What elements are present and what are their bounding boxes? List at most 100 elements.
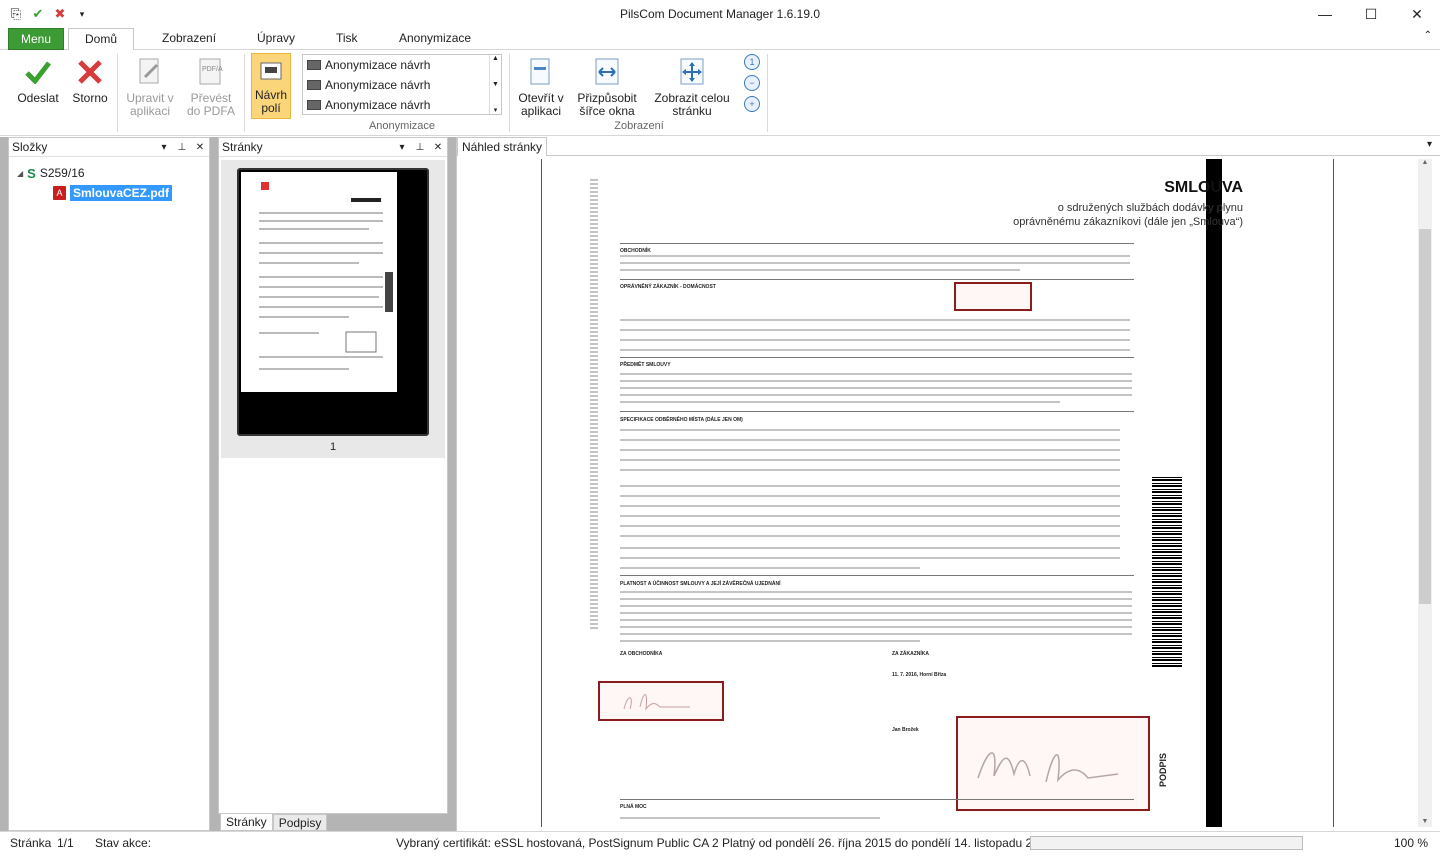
gallery-item[interactable]: Anonymizace návrh xyxy=(303,75,501,95)
pin-icon[interactable]: ⊥ xyxy=(173,142,191,153)
close-pane-icon[interactable]: ✕ xyxy=(429,142,447,153)
anonymization-icon xyxy=(307,80,321,90)
pages-bottom-tabs: Stránky Podpisy xyxy=(220,814,328,832)
tab-upravy[interactable]: Úpravy xyxy=(251,28,301,50)
menu-button[interactable]: Menu xyxy=(8,28,64,50)
zoom-icons: 1 − + xyxy=(744,54,760,112)
ribbon: Odeslat Storno Upravit v aplikaci PDF/A … xyxy=(0,50,1440,136)
section-specifikace: SPECIFIKACE ODBĚRNÉHO MÍSTA (DÁLE JEN OM… xyxy=(620,417,743,423)
convert-pdfa-button[interactable]: PDF/A Převést do PDFA xyxy=(184,56,238,118)
section-predmet: PŘEDMĚT SMLOUVY xyxy=(620,362,671,368)
window-title: PilsCom Document Manager 1.6.19.0 xyxy=(619,7,821,21)
tab-domu[interactable]: Domů xyxy=(68,28,134,51)
gallery-item[interactable]: Anonymizace návrh xyxy=(303,55,501,75)
tree-node-root[interactable]: ◢ S S259/16 xyxy=(17,163,209,183)
tree-node-file[interactable]: A SmlouvaCEZ.pdf xyxy=(17,183,209,203)
document-page: SMLOUVA o sdružených službách dodávky pl… xyxy=(541,159,1334,827)
page-label: Stránka xyxy=(10,836,52,850)
gallery-scroll[interactable]: ▲ ▼ ▾ xyxy=(489,55,501,114)
anonymization-icon xyxy=(307,60,321,70)
zoom-out-icon[interactable]: − xyxy=(744,75,760,91)
customer-name: Jan Brožek xyxy=(892,727,919,733)
side-code-strip xyxy=(590,179,598,629)
label-za-zakaznika: ZA ZÁKAZNÍKA xyxy=(892,651,930,657)
label-za-obchodnika: ZA OBCHODNÍKA xyxy=(620,651,663,657)
section-zakaznik: OPRÁVNĚNÝ ZÁKAZNÍK - DOMÁCNOST xyxy=(620,284,716,290)
progress-bar xyxy=(1030,836,1303,850)
close-pane-icon[interactable]: ✕ xyxy=(191,142,209,153)
cancel-button[interactable]: Storno xyxy=(68,56,112,105)
maximize-button[interactable]: ☐ xyxy=(1348,0,1394,28)
thumbnail-page-number: 1 xyxy=(329,441,337,453)
field-draft-icon xyxy=(257,57,285,85)
section-platnost: PLATNOST A ÚČINNOST SMLOUVY A JEJÍ ZÁVĚR… xyxy=(620,581,781,587)
page-scan-edge xyxy=(1206,159,1222,827)
zoom-in-icon[interactable]: + xyxy=(744,96,760,112)
page-value: 1/1 xyxy=(57,836,74,850)
document-title: SMLOUVA xyxy=(1164,179,1243,196)
anonymization-box-birthdate[interactable] xyxy=(954,282,1032,311)
title-bar: ⎘ ✔ ✖ ▾ PilsCom Document Manager 1.6.19.… xyxy=(0,0,1440,28)
tab-anonymizace[interactable]: Anonymizace xyxy=(393,28,477,50)
send-button[interactable]: Odeslat xyxy=(14,56,62,105)
page-thumbnail[interactable] xyxy=(237,168,429,436)
section-plna-moc: PLNÁ MOC xyxy=(620,804,647,810)
section-obchodnik: OBCHODNÍK xyxy=(620,248,651,254)
expand-icon[interactable]: ◢ xyxy=(17,169,23,178)
anonymization-gallery[interactable]: Anonymizace návrh Anonymizace návrh Anon… xyxy=(302,54,502,115)
esss-folder-icon: S xyxy=(27,165,36,181)
action-status-label: Stav akce: xyxy=(95,836,152,850)
preview-menu-icon[interactable]: ▾ xyxy=(1427,139,1432,150)
field-draft-button[interactable]: Návrh polí xyxy=(251,53,291,119)
tab-page-preview[interactable]: Náhled stránky xyxy=(457,137,548,156)
tab-zobrazeni[interactable]: Zobrazení xyxy=(156,28,222,50)
folders-title: Složky xyxy=(12,140,48,154)
pdfa-icon: PDF/A xyxy=(195,56,227,88)
scrollbar-thumb[interactable] xyxy=(1419,229,1431,604)
pane-dropdown-icon[interactable]: ▾ xyxy=(155,142,173,153)
status-bar: Stránka 1/1 Stav akce: Vybraný certifiká… xyxy=(0,831,1440,863)
document-subtitle: o sdružených službách dodávky plynu opráv… xyxy=(1013,202,1243,228)
zoom-actual-icon[interactable]: 1 xyxy=(744,54,760,70)
ribbon-tabs: Menu Domů Zobrazení Úpravy Tisk Anonymiz… xyxy=(0,28,1440,51)
pdf-icon: A xyxy=(53,186,66,200)
vertical-scrollbar[interactable]: ▲ ▼ xyxy=(1418,159,1432,827)
signature-side-label: PODPIS xyxy=(1158,752,1168,787)
folders-pane: Složky ▾ ⊥ ✕ ◢ S S259/16 A SmlouvaCEZ.pd… xyxy=(8,137,210,831)
fit-width-button[interactable]: Přizpůsobit šířce okna xyxy=(574,56,640,118)
gallery-item[interactable]: Anonymizace návrh xyxy=(303,95,501,115)
minimize-button[interactable]: — xyxy=(1302,0,1348,28)
zoom-level: 100 % xyxy=(1393,836,1428,850)
group-label-anonymizace: Anonymizace xyxy=(368,120,436,132)
collapse-ribbon-icon[interactable]: ⌃ xyxy=(1424,30,1432,41)
tab-pages[interactable]: Stránky xyxy=(220,814,273,831)
preview-pane: Náhled stránky ▾ SMLOUVA o sdružených sl… xyxy=(456,137,1440,831)
fit-width-icon xyxy=(591,56,623,88)
pin-icon[interactable]: ⊥ xyxy=(411,142,429,153)
edit-document-icon xyxy=(134,56,166,88)
edit-in-app-button[interactable]: Upravit v aplikaci xyxy=(122,56,178,118)
tab-tisk[interactable]: Tisk xyxy=(330,28,364,50)
whole-page-icon xyxy=(676,56,708,88)
pane-dropdown-icon[interactable]: ▾ xyxy=(393,142,411,153)
close-window-button[interactable]: ✕ xyxy=(1394,0,1440,28)
preview-header: Náhled stránky ▾ xyxy=(457,137,1440,156)
barcode xyxy=(1152,477,1182,667)
open-in-app-button[interactable]: Otevřít v aplikaci xyxy=(516,56,566,118)
folder-tree: ◢ S S259/16 A SmlouvaCEZ.pdf xyxy=(9,157,209,203)
anonymization-icon xyxy=(307,100,321,110)
check-icon xyxy=(22,56,54,88)
thumbnail-content xyxy=(259,182,393,370)
tab-signatures[interactable]: Podpisy xyxy=(272,814,328,831)
pages-title: Stránky xyxy=(222,140,263,154)
anonymization-box-merchant-signature[interactable] xyxy=(598,681,724,721)
svg-text:PDF/A: PDF/A xyxy=(202,66,223,73)
group-label-zobrazeni: Zobrazení xyxy=(614,120,664,132)
pages-pane: Stránky ▾ ⊥ ✕ 1 xyxy=(218,137,448,814)
certificate-info: Vybraný certifikát: eSSL hostovaná, Post… xyxy=(396,836,1053,850)
open-document-icon xyxy=(525,56,557,88)
cross-icon xyxy=(74,56,106,88)
show-whole-page-button[interactable]: Zobrazit celou stránku xyxy=(652,56,732,118)
anonymization-box-customer-signature[interactable] xyxy=(956,716,1150,811)
thumbnail-page xyxy=(241,172,397,392)
